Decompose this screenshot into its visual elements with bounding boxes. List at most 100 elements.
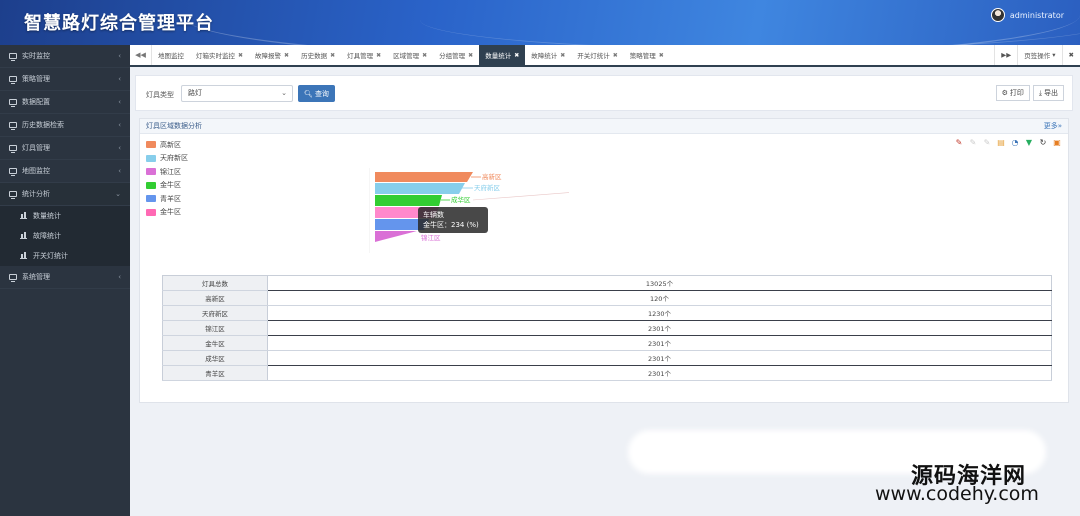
legend-item[interactable]: 高新区 — [146, 138, 188, 152]
funnel-segment[interactable] — [375, 195, 442, 206]
table-cell-value: 13025个 — [267, 275, 1052, 291]
sidebar-item-label: 历史数据检索 — [22, 121, 64, 129]
tab-lightbox-monitor[interactable]: 灯箱实时监控 ✖ — [190, 45, 249, 65]
bar-chart-icon — [20, 232, 27, 239]
table-row: 高新区 120个 — [162, 290, 1052, 306]
analysis-panel: 灯具区域数据分析 更多» 高新区 天府新区 锦江区 金牛区 青羊区 金牛区 ✎ … — [139, 118, 1069, 403]
funnel-switch-icon[interactable]: ▼ — [1024, 138, 1034, 148]
legend-item[interactable]: 青羊区 — [146, 192, 188, 206]
tab-label: 分组管理 — [439, 52, 466, 60]
sidebar-item-lamps[interactable]: 灯具管理 ‹ — [0, 137, 130, 160]
legend-swatch — [146, 141, 156, 149]
legend-label: 金牛区 — [160, 208, 181, 217]
funnel-segment[interactable] — [375, 183, 465, 194]
sidebar-item-label: 灯具管理 — [22, 144, 50, 152]
chart-toolbox: ✎ ✎ ✎ ▤ ◔ ▼ ↻ ▣ — [954, 138, 1062, 148]
funnel-label: 高新区 — [482, 172, 502, 181]
tab-label: 灯具管理 — [347, 52, 374, 60]
legend-item[interactable]: 金牛区 — [146, 206, 188, 220]
pie-switch-icon[interactable]: ◔ — [1010, 138, 1020, 148]
close-icon[interactable]: ✖ — [238, 52, 243, 59]
sidebar-item-config[interactable]: 数据配置 ‹ — [0, 91, 130, 114]
sidebar-item-statistics[interactable]: 统计分析 ⌄ — [0, 183, 130, 206]
data-view-icon[interactable]: ▤ — [996, 138, 1006, 148]
tab-history[interactable]: 历史数据 ✖ — [295, 45, 341, 65]
tab-lamps[interactable]: 灯具管理 ✖ — [341, 45, 387, 65]
legend-swatch — [146, 181, 156, 189]
tab-controls: ▶▶ 页签操作 ▾ ✖ — [994, 45, 1080, 65]
sidebar-subitem-count[interactable]: 数量统计 — [0, 206, 130, 226]
funnel-segment[interactable] — [375, 231, 417, 242]
close-all-button[interactable]: ✖ — [1061, 45, 1080, 65]
tab-scroll-left-button[interactable]: ◀◀ — [130, 45, 152, 65]
table-row: 天府新区 1230个 — [162, 305, 1052, 321]
more-link[interactable]: 更多» — [1044, 121, 1062, 131]
page-ops-label: 页签操作 — [1024, 52, 1051, 60]
user-menu[interactable]: administrator — [990, 8, 1064, 22]
avatar — [990, 8, 1005, 22]
sidebar-item-map[interactable]: 地图监控 ‹ — [0, 160, 130, 183]
monitor-icon — [9, 191, 17, 199]
close-icon[interactable]: ✖ — [422, 52, 427, 59]
filter-toolbar: 灯具类型 路灯 ⌄ 🔍︎ 查询 ⚙ 打印 ⤓ 导出 — [135, 75, 1073, 111]
tab-count-stats[interactable]: 数量统计 ✖ — [479, 45, 526, 65]
sidebar-item-history[interactable]: 历史数据检索 ‹ — [0, 114, 130, 137]
close-icon[interactable]: ✖ — [376, 52, 381, 59]
legend-item[interactable]: 天府新区 — [146, 152, 188, 166]
mark-icon[interactable]: ✎ — [954, 138, 964, 148]
monitor-icon — [9, 274, 17, 282]
table-cell-label: 灯具总数 — [162, 275, 268, 291]
sidebar-item-realtime[interactable]: 实时监控 ‹ — [0, 45, 130, 68]
page-ops-button[interactable]: 页签操作 ▾ — [1017, 45, 1061, 65]
save-image-icon[interactable]: ▣ — [1052, 138, 1062, 148]
tab-areas[interactable]: 区域管理 ✖ — [387, 45, 433, 65]
sidebar-item-label: 统计分析 — [22, 190, 50, 198]
legend-item[interactable]: 锦江区 — [146, 165, 188, 179]
chevron-left-icon: ‹ — [118, 52, 121, 60]
tab-groups[interactable]: 分组管理 ✖ — [433, 45, 479, 65]
funnel-segment[interactable] — [375, 172, 473, 182]
close-icon[interactable]: ✖ — [468, 52, 473, 59]
table-row: 金牛区 2301个 — [162, 335, 1052, 351]
export-button[interactable]: ⤓ 导出 — [1032, 85, 1064, 101]
tab-switch-stats[interactable]: 开关灯统计 ✖ — [571, 45, 624, 65]
tab-fault-alarm[interactable]: 故障报警 ✖ — [249, 45, 295, 65]
table-cell-value: 2301个 — [267, 335, 1052, 351]
tab-map[interactable]: 地图监控 — [152, 45, 190, 65]
panel-title: 灯具区域数据分析 — [146, 122, 202, 130]
close-icon[interactable]: ✖ — [560, 52, 565, 59]
chevron-down-icon: ⌄ — [281, 89, 287, 97]
sidebar-item-label: 地图监控 — [22, 167, 50, 175]
query-button[interactable]: 🔍︎ 查询 — [298, 85, 335, 102]
tab-label: 开关灯统计 — [577, 52, 610, 60]
sidebar-subitem-switch[interactable]: 开关灯统计 — [0, 246, 130, 266]
table-cell-value: 2301个 — [267, 365, 1052, 381]
lamp-type-select[interactable]: 路灯 ⌄ — [181, 85, 293, 102]
close-icon[interactable]: ✖ — [330, 52, 335, 59]
legend-item[interactable]: 金牛区 — [146, 179, 188, 193]
lamp-type-value: 路灯 — [188, 89, 202, 97]
sidebar-subitem-fault[interactable]: 故障统计 — [0, 226, 130, 246]
table-row: 灯具总数 13025个 — [162, 275, 1052, 291]
refresh-icon[interactable]: ↻ — [1038, 138, 1048, 148]
close-icon[interactable]: ✖ — [659, 52, 664, 59]
bar-chart-icon — [20, 212, 27, 219]
close-icon[interactable]: ✖ — [613, 52, 618, 59]
gear-icon: ⚙ — [1001, 89, 1008, 97]
print-button[interactable]: ⚙ 打印 — [995, 85, 1030, 101]
monitor-icon — [9, 145, 17, 153]
tab-fault-stats[interactable]: 故障统计 ✖ — [525, 45, 571, 65]
mark-clear-icon[interactable]: ✎ — [982, 138, 992, 148]
close-icon[interactable]: ✖ — [284, 52, 289, 59]
table-row: 锦江区 2301个 — [162, 320, 1052, 336]
username: administrator — [1009, 10, 1064, 20]
sidebar-item-strategy[interactable]: 策略管理 ‹ — [0, 68, 130, 91]
tab-label: 数量统计 — [485, 52, 512, 60]
mark-undo-icon[interactable]: ✎ — [968, 138, 978, 148]
sidebar-item-label: 系统管理 — [22, 273, 50, 281]
sidebar-item-system[interactable]: 系统管理 ‹ — [0, 266, 130, 289]
tab-scroll-right-button[interactable]: ▶▶ — [994, 45, 1017, 65]
close-icon[interactable]: ✖ — [514, 52, 519, 59]
funnel-label: 成华区 — [451, 195, 471, 204]
tab-strategy[interactable]: 策略管理 ✖ — [624, 45, 670, 65]
